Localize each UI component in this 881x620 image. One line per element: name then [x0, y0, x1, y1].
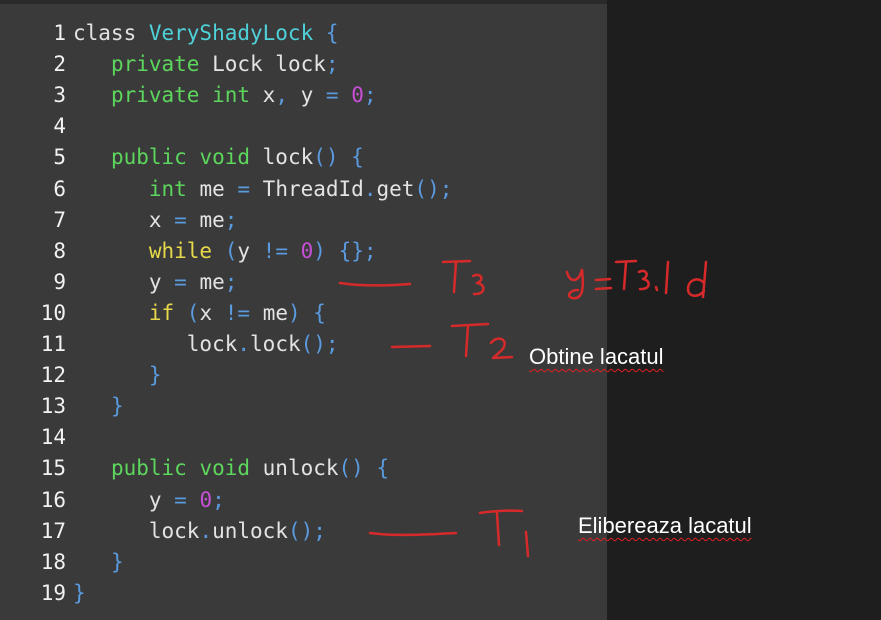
- handwritten-annotations: [338, 259, 708, 558]
- ink-dash-line-17: [368, 531, 458, 537]
- ink-handwriting-t1: [478, 509, 530, 558]
- ink-handwriting-y-eq-t3-id: [565, 259, 708, 300]
- ink-handwriting-t3: [441, 259, 485, 296]
- ink-dash-line-11: [390, 344, 432, 349]
- ink-dash-line-9: [338, 281, 412, 287]
- ink-handwriting-t2: [450, 322, 514, 360]
